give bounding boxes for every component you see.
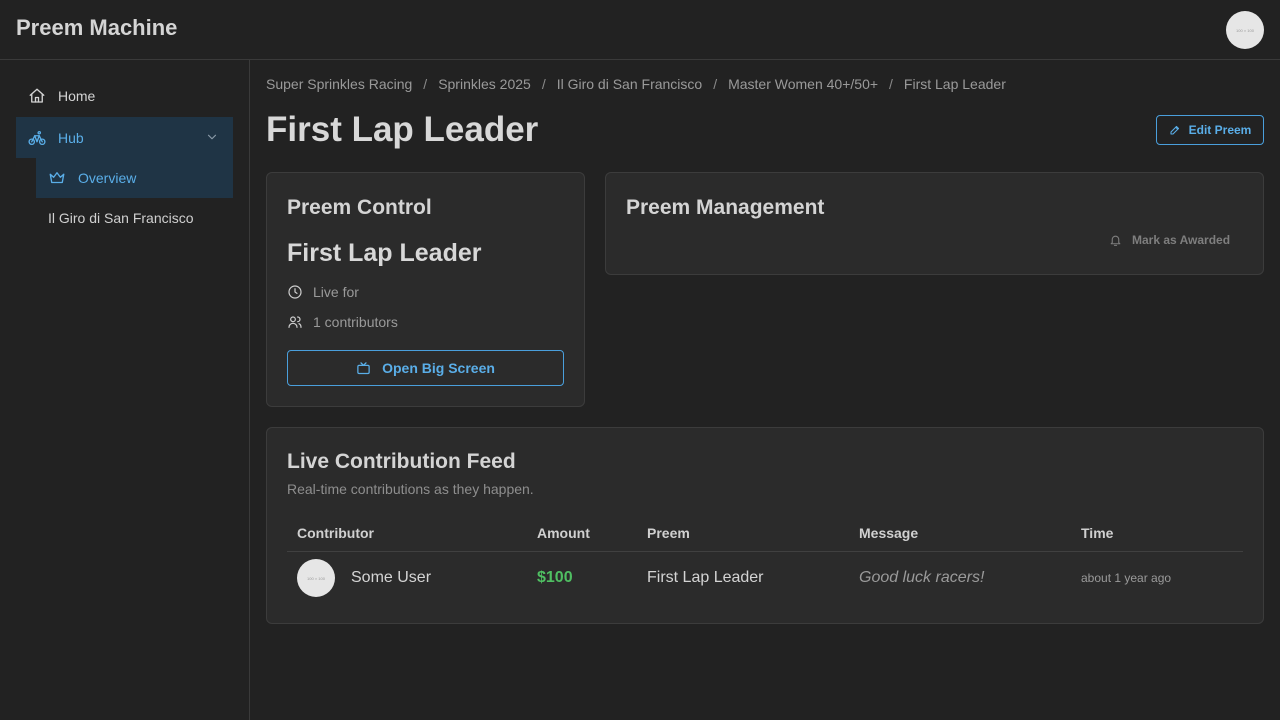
contributors-count: 1 contributors — [287, 314, 398, 330]
contributors-label: 1 contributors — [313, 314, 398, 330]
card-title: Live Contribution Feed — [287, 450, 516, 473]
message-cell: Good luck racers! — [859, 569, 985, 586]
breadcrumb-separator: / — [889, 76, 893, 92]
open-big-screen-button[interactable]: Open Big Screen — [287, 350, 564, 386]
card-title: Preem Control — [287, 196, 432, 219]
live-status: Live for — [287, 284, 359, 300]
bike-icon — [28, 129, 46, 147]
breadcrumb-separator: / — [423, 76, 428, 92]
sidebar: Home Hub Overview Il Giro di San Francis… — [0, 60, 250, 720]
avatar-placeholder-text: 100 × 100 — [307, 575, 325, 581]
sidebar-item-label: Il Giro di San Francisco — [48, 210, 194, 226]
edit-preem-label: Edit Preem — [1188, 123, 1252, 137]
preem-management-card: Preem Management Mark as Awarded — [605, 172, 1264, 275]
breadcrumb-link[interactable]: Super Sprinkles Racing — [266, 76, 412, 92]
contributor-name: Some User — [351, 569, 432, 586]
breadcrumb-link[interactable]: Il Giro di San Francisco — [557, 76, 703, 92]
user-avatar[interactable]: 100 × 100 — [1226, 11, 1264, 49]
award-icon — [1109, 234, 1122, 247]
breadcrumb-link[interactable]: Sprinkles 2025 — [438, 76, 531, 92]
open-big-screen-label: Open Big Screen — [382, 360, 495, 376]
sidebar-item-label: Overview — [78, 170, 137, 186]
column-header: Message — [859, 525, 919, 541]
breadcrumb-separator: / — [713, 76, 718, 92]
sidebar-item-hub[interactable]: Hub — [16, 117, 233, 158]
avatar: 100 × 100 — [297, 559, 335, 597]
column-header: Amount — [537, 525, 590, 541]
preem-control-card: Preem Control First Lap Leader Live for … — [266, 172, 585, 407]
tv-icon — [356, 361, 371, 376]
column-header: Time — [1081, 525, 1114, 541]
edit-preem-button[interactable]: Edit Preem — [1156, 115, 1264, 145]
preem-name-cell: First Lap Leader — [647, 569, 764, 586]
preem-name: First Lap Leader — [287, 239, 482, 267]
app-title[interactable]: Preem Machine — [16, 15, 177, 41]
column-header: Contributor — [297, 525, 374, 541]
breadcrumb-current: First Lap Leader — [903, 76, 1006, 92]
pencil-icon — [1169, 124, 1181, 136]
breadcrumb: Super Sprinkles Racing / Sprinkles 2025 / Il… — [266, 76, 1006, 92]
breadcrumb-link[interactable]: Master Women 40+/50+ — [728, 76, 878, 92]
page-title: First Lap Leader — [266, 110, 539, 149]
users-icon — [287, 314, 303, 330]
sidebar-item-event[interactable]: Il Giro di San Francisco — [36, 198, 233, 238]
live-label: Live for — [313, 284, 359, 300]
sidebar-item-label: Home — [58, 88, 96, 104]
card-description: Real-time contributions as they happen. — [287, 481, 534, 497]
table-header: Contributor Amount Preem Message Time — [287, 514, 1243, 552]
contribution-table: Contributor Amount Preem Message Time 10… — [287, 514, 1243, 604]
clock-icon — [287, 284, 303, 300]
chevron-down-icon[interactable] — [205, 130, 219, 144]
time-cell: about 1 year ago — [1081, 571, 1172, 585]
column-header: Preem — [647, 525, 690, 541]
contribution-feed-card: Live Contribution Feed Real-time contrib… — [266, 427, 1264, 624]
sidebar-item-label: Hub — [58, 129, 84, 146]
contribution-amount: $100 — [537, 569, 573, 586]
top-bar: Preem Machine 100 × 100 — [0, 0, 1280, 60]
mark-as-awarded-label: Mark as Awarded — [1132, 233, 1231, 247]
crown-icon — [48, 169, 66, 187]
sidebar-item-home[interactable]: Home — [16, 76, 233, 116]
avatar-placeholder-text: 100 × 100 — [1236, 27, 1254, 33]
table-row: 100 × 100 Some User $100 First Lap Leade… — [287, 552, 1243, 604]
home-icon — [28, 87, 46, 105]
mark-as-awarded-button[interactable]: Mark as Awarded — [1109, 228, 1239, 252]
card-title: Preem Management — [626, 196, 825, 219]
breadcrumb-separator: / — [541, 76, 546, 92]
sidebar-item-overview[interactable]: Overview — [36, 158, 233, 198]
